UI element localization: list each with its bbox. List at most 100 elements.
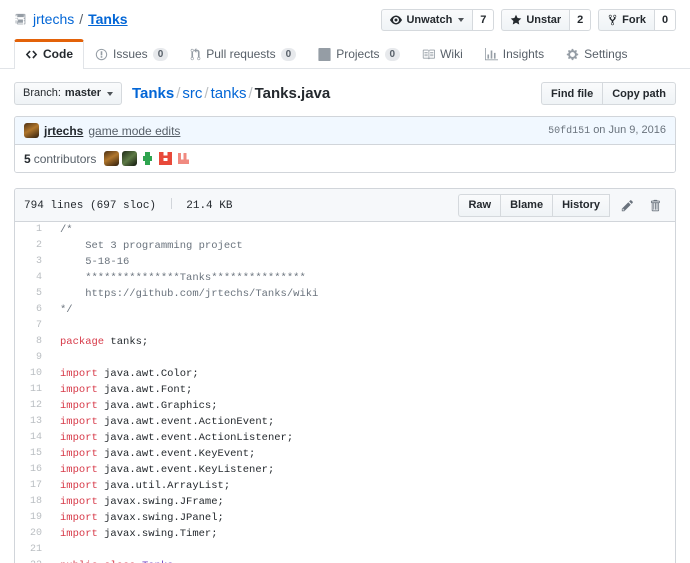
code-line: 9 [15, 350, 675, 366]
line-content[interactable]: import java.awt.event.ActionEvent; [51, 414, 274, 430]
line-content[interactable]: 5-18-16 [51, 254, 129, 270]
code-line: 20import javax.swing.Timer; [15, 526, 675, 542]
avatar[interactable] [176, 151, 191, 166]
line-content[interactable] [51, 350, 66, 366]
code-token: import [60, 384, 98, 396]
line-content[interactable]: Set 3 programming project [51, 238, 243, 254]
line-content[interactable]: */ [51, 302, 73, 318]
history-button[interactable]: History [552, 194, 610, 217]
repo-title: jrtechs / Tanks [14, 8, 128, 28]
line-content[interactable]: import java.awt.Font; [51, 382, 192, 398]
repo-nav-tabs: Code Issues 0 Pull requests 0 Projects 0 [0, 38, 690, 69]
tab-code-label: Code [43, 47, 73, 61]
fork-button-group: Fork 0 [598, 9, 676, 31]
tab-issues[interactable]: Issues 0 [84, 39, 179, 69]
fork-label: Fork [622, 15, 646, 26]
line-content[interactable]: import java.awt.event.KeyEvent; [51, 446, 255, 462]
latest-commit-row: jrtechs game mode edits 50fd151 on Jun 9… [15, 117, 675, 145]
file-toolbar-actions: Find file Copy path [541, 82, 676, 105]
line-number: 13 [15, 414, 51, 430]
code-token: java.awt.Graphics; [98, 400, 218, 412]
line-number: 2 [15, 238, 51, 254]
branch-selector[interactable]: Branch: master [14, 82, 122, 105]
repo-name-link[interactable]: Tanks [88, 10, 127, 28]
project-icon [318, 48, 331, 61]
code-token: java.awt.event.ActionEvent; [98, 416, 274, 428]
code-line: 18import javax.swing.JFrame; [15, 494, 675, 510]
line-content[interactable]: https://github.com/jrtechs/Tanks/wiki [51, 286, 318, 302]
trash-icon[interactable] [644, 195, 666, 215]
commit-meta: 50fd151 on Jun 9, 2016 [548, 124, 666, 137]
line-content[interactable]: import javax.swing.Timer; [51, 526, 218, 542]
tab-wiki-label: Wiki [440, 47, 463, 61]
line-content[interactable]: import java.awt.event.KeyListener; [51, 462, 274, 478]
blob-info-divider [171, 198, 172, 209]
line-content[interactable]: import java.awt.Color; [51, 366, 199, 382]
avatar[interactable] [122, 151, 137, 166]
unstar-button[interactable]: Unstar [501, 9, 569, 31]
unwatch-button[interactable]: Unwatch [381, 9, 472, 31]
code-token: import [60, 448, 98, 460]
blame-button[interactable]: Blame [500, 194, 552, 217]
code-line: 17import java.util.ArrayList; [15, 478, 675, 494]
breadcrumb-root-link[interactable]: Tanks [132, 85, 174, 102]
line-content[interactable]: import java.util.ArrayList; [51, 478, 230, 494]
tab-projects-count: 0 [385, 48, 401, 61]
code-token: java.awt.event.KeyEvent; [98, 448, 256, 460]
line-content[interactable]: ***************Tanks*************** [51, 270, 306, 286]
book-icon [422, 48, 435, 61]
repo-actions: Unwatch 7 Unstar 2 [381, 8, 676, 31]
line-number: 8 [15, 334, 51, 350]
breadcrumb-part-src[interactable]: src [182, 85, 202, 102]
contributors-label: contributors [34, 152, 97, 166]
line-content[interactable]: import java.awt.event.ActionListener; [51, 430, 293, 446]
line-number: 20 [15, 526, 51, 542]
code-token: import [60, 528, 98, 540]
line-number: 21 [15, 542, 51, 558]
raw-button[interactable]: Raw [458, 194, 500, 217]
fork-button[interactable]: Fork [598, 9, 654, 31]
code-token: javax.swing.Timer; [98, 528, 218, 540]
avatar[interactable] [158, 151, 173, 166]
tab-issues-label: Issues [113, 47, 148, 61]
breadcrumb-part-tanks[interactable]: tanks [211, 85, 247, 102]
line-content[interactable]: import javax.swing.JPanel; [51, 510, 224, 526]
avatar[interactable] [140, 151, 155, 166]
line-number: 22 [15, 558, 51, 563]
tab-projects[interactable]: Projects 0 [307, 39, 411, 69]
line-content[interactable]: /* [51, 222, 73, 238]
commit-sha[interactable]: 50fd151 [548, 126, 590, 137]
line-content[interactable] [51, 318, 66, 334]
line-number: 10 [15, 366, 51, 382]
line-content[interactable]: package tanks; [51, 334, 148, 350]
chevron-down-icon [107, 92, 113, 96]
pencil-icon[interactable] [616, 195, 638, 215]
tab-insights[interactable]: Insights [474, 39, 555, 69]
tab-wiki[interactable]: Wiki [411, 39, 474, 69]
repo-owner-link[interactable]: jrtechs [33, 10, 74, 28]
tab-code[interactable]: Code [14, 39, 84, 69]
code-line: 2 Set 3 programming project [15, 238, 675, 254]
fork-count: 0 [654, 9, 676, 31]
code-line: 3 5-18-16 [15, 254, 675, 270]
code-token: ***************Tanks*************** [60, 272, 306, 284]
code-line: 8package tanks; [15, 334, 675, 350]
code-line: 16import java.awt.event.KeyListener; [15, 462, 675, 478]
latest-commit-box: jrtechs game mode edits 50fd151 on Jun 9… [14, 116, 676, 173]
tab-issues-count: 0 [153, 48, 169, 61]
line-content[interactable]: import java.awt.Graphics; [51, 398, 218, 414]
line-content[interactable]: import javax.swing.JFrame; [51, 494, 224, 510]
commit-author-link[interactable]: jrtechs [44, 124, 83, 138]
line-content[interactable] [51, 542, 66, 558]
copy-path-button[interactable]: Copy path [602, 82, 676, 105]
tab-pull-requests[interactable]: Pull requests 0 [179, 39, 307, 69]
tab-settings[interactable]: Settings [555, 39, 638, 69]
code-line: 4 ***************Tanks*************** [15, 270, 675, 286]
line-content[interactable]: public class Tanks [51, 558, 173, 563]
commit-message-link[interactable]: game mode edits [88, 124, 180, 138]
avatar[interactable] [104, 151, 119, 166]
code-token: /* [60, 224, 73, 236]
code-icon [25, 48, 38, 61]
code-token: import [60, 400, 98, 412]
find-file-button[interactable]: Find file [541, 82, 602, 105]
